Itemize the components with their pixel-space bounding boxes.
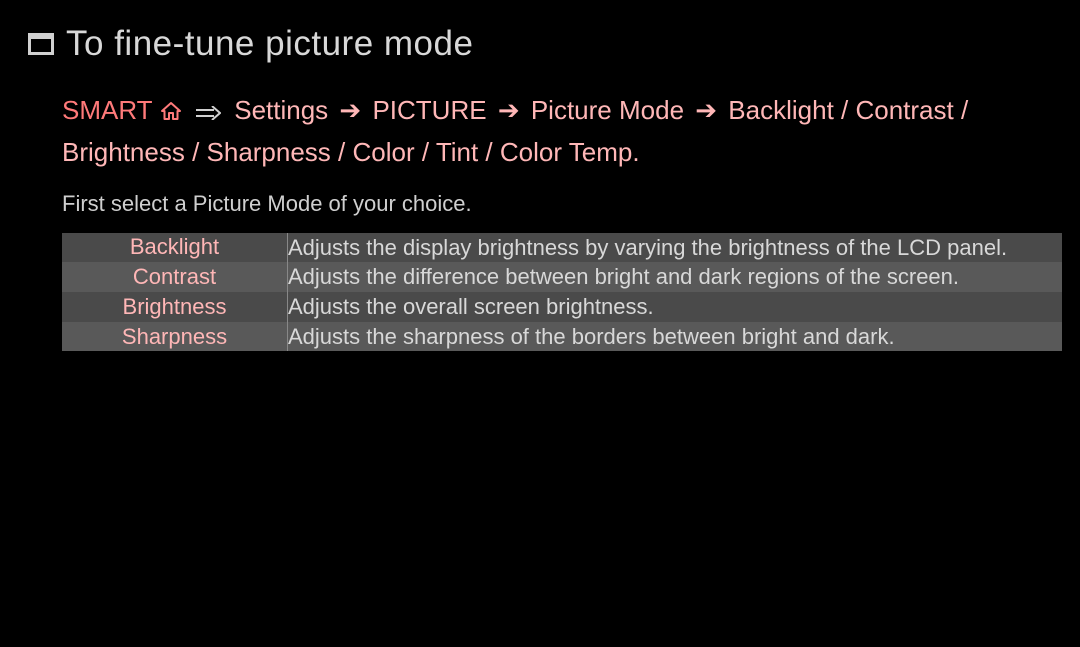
page-title: To fine-tune picture mode [66, 24, 473, 64]
section-icon [28, 33, 54, 55]
arrow-icon: ➔ [494, 90, 524, 130]
arrow-icon: ➔ [691, 90, 721, 130]
row-label: Brightness [62, 292, 288, 322]
table-row: Brightness Adjusts the overall screen br… [62, 292, 1062, 322]
arrow-icon [189, 90, 227, 130]
home-icon [160, 92, 182, 132]
path-picture-mode: Picture Mode [531, 95, 684, 125]
path-smart-label: SMART [62, 95, 153, 125]
row-desc: Adjusts the difference between bright an… [288, 262, 1063, 292]
page-title-row: To fine-tune picture mode [28, 24, 1052, 64]
path-picture: PICTURE [372, 95, 486, 125]
path-settings: Settings [234, 95, 328, 125]
settings-table: Backlight Adjusts the display brightness… [62, 233, 1062, 352]
navigation-path: SMART Settings ➔ PICTURE ➔ Picture Mode … [62, 90, 1052, 173]
arrow-icon: ➔ [335, 90, 365, 130]
row-desc: Adjusts the display brightness by varyin… [288, 233, 1063, 263]
table-row: Contrast Adjusts the difference between … [62, 262, 1062, 292]
row-label: Sharpness [62, 322, 288, 352]
table-row: Backlight Adjusts the display brightness… [62, 233, 1062, 263]
intro-text: First select a Picture Mode of your choi… [62, 191, 1052, 217]
row-label: Contrast [62, 262, 288, 292]
row-desc: Adjusts the sharpness of the borders bet… [288, 322, 1063, 352]
table-row: Sharpness Adjusts the sharpness of the b… [62, 322, 1062, 352]
row-desc: Adjusts the overall screen brightness. [288, 292, 1063, 322]
row-label: Backlight [62, 233, 288, 263]
